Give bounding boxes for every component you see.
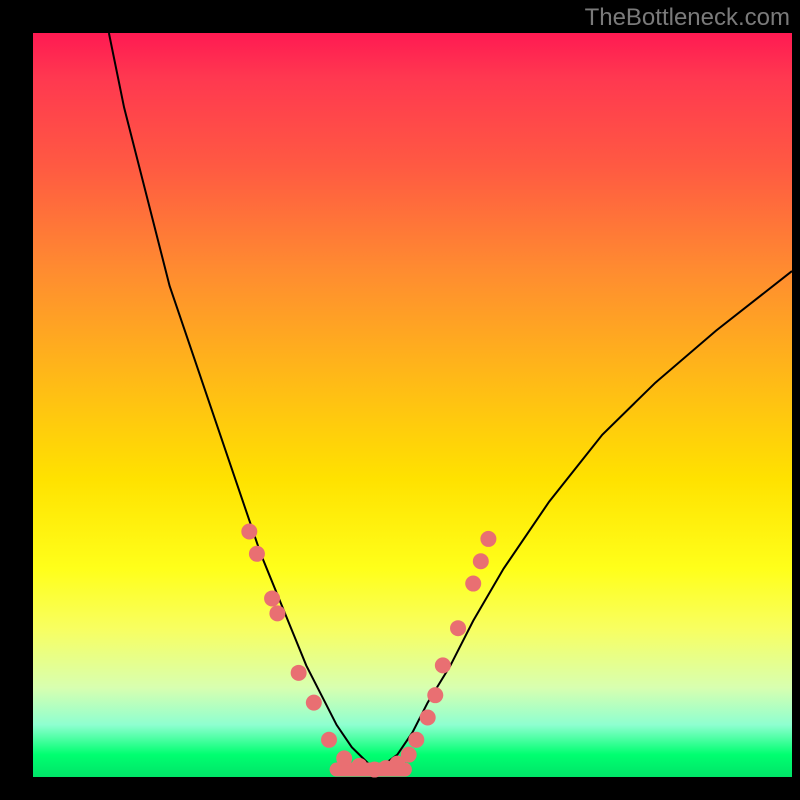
chart-frame: TheBottleneck.com <box>0 0 800 800</box>
watermark-text: TheBottleneck.com <box>585 4 790 32</box>
bottleneck-curve <box>109 33 792 770</box>
chart-plot-area <box>33 33 792 777</box>
chart-svg <box>33 33 792 777</box>
